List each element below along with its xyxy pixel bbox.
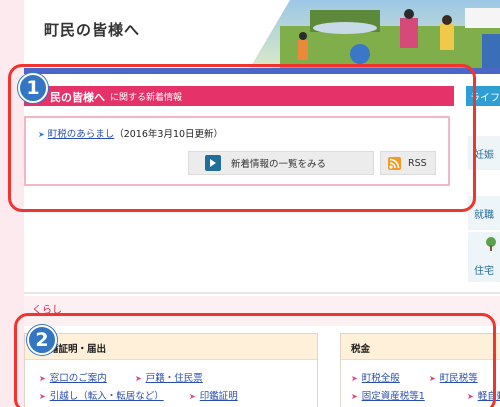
tree-icon: [486, 236, 496, 251]
page-title: 町民の皆様へ: [44, 21, 141, 39]
section-divider: [24, 292, 500, 294]
header-photo: [250, 0, 500, 68]
callout-badge-2: 2: [27, 325, 57, 355]
callout-box-categories: [14, 313, 496, 407]
callout-badge-1: 1: [18, 73, 48, 103]
header: 町民の皆様へ: [24, 0, 500, 68]
callout-box-news: [8, 64, 476, 212]
